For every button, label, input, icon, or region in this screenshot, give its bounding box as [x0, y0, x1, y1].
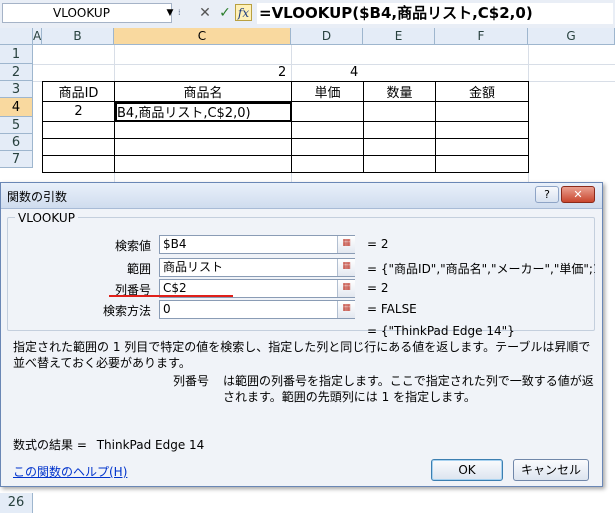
row-header-26[interactable]: 26	[0, 493, 33, 513]
dialog-title-bar[interactable]: 関数の引数 ? ✕	[1, 183, 602, 209]
function-arguments-dialog: 関数の引数 ? ✕ VLOOKUP 検索値 $B4 ▦ = 2 範囲 商品リスト…	[0, 182, 603, 487]
help-icon[interactable]: ?	[535, 186, 559, 203]
column-header-e[interactable]: E	[363, 28, 435, 45]
table-cell[interactable]	[42, 138, 115, 156]
formula-result-label: 数式の結果 =	[13, 438, 87, 452]
table-header-cell[interactable]: 商品ID	[42, 81, 115, 102]
column-header-c[interactable]: C	[114, 28, 291, 45]
insert-function-button[interactable]: fx	[235, 4, 252, 21]
formula-input[interactable]: =VLOOKUP($B4,商品リスト,C$2,0)	[257, 3, 613, 24]
ok-button[interactable]: OK	[431, 459, 503, 481]
arg-help-text: は範囲の列番号を指定します。ここで指定された列で一致する値が返されます。範囲の先…	[223, 374, 594, 404]
table-header-cell[interactable]: 商品名	[114, 81, 292, 102]
overall-result: = {"ThinkPad Edge 14"}	[367, 324, 515, 338]
table-cell[interactable]	[291, 121, 364, 139]
cell-d2[interactable]: 4	[350, 64, 358, 82]
row-header-3[interactable]: 3	[0, 81, 33, 98]
group-label: VLOOKUP	[15, 211, 78, 225]
table-cell[interactable]	[291, 101, 364, 122]
table-header-cell[interactable]: 数量	[363, 81, 436, 102]
table-cell[interactable]	[435, 101, 529, 122]
collapse-dialog-icon[interactable]: ▦	[337, 301, 355, 318]
table-cell[interactable]	[363, 155, 436, 173]
enter-formula-button[interactable]: ✓	[216, 3, 234, 23]
collapse-dialog-icon[interactable]: ▦	[337, 236, 355, 253]
row-header-2[interactable]: 2	[0, 64, 33, 81]
close-icon[interactable]: ✕	[561, 186, 595, 203]
table-header-row: 商品ID 商品名 単価 数量 金額	[42, 81, 529, 102]
row-header-6[interactable]: 6	[0, 134, 33, 151]
arg-label-table-array: 範囲	[126, 262, 151, 276]
arg-label-range-lookup: 検索方法	[102, 304, 151, 318]
formula-result-value: ThinkPad Edge 14	[96, 438, 205, 452]
arg-help-name: 列番号	[173, 374, 210, 388]
table-header-cell[interactable]: 単価	[291, 81, 364, 102]
table-cell[interactable]	[435, 121, 529, 139]
arg-result-table-array: = {"商品ID","商品名","メーカー","単価";1,	[367, 262, 595, 276]
lookup-value-input[interactable]: $B4	[159, 235, 355, 254]
table-row	[42, 121, 529, 139]
table-cell[interactable]	[363, 121, 436, 139]
table-row	[42, 155, 529, 173]
table-cell[interactable]	[114, 155, 292, 173]
function-help-link[interactable]: この関数のヘルプ(H)	[13, 463, 127, 480]
column-header-d[interactable]: D	[291, 28, 363, 45]
table-cell[interactable]	[114, 121, 292, 139]
table-cell[interactable]	[435, 155, 529, 173]
formula-bar: VLOOKUP ▼ ⁞ ✕ ✓ fx =VLOOKUP($B4,商品リスト,C$…	[0, 0, 615, 29]
table-cell[interactable]	[42, 121, 115, 139]
function-description: 指定された範囲の 1 列目で特定の値を検索し、指定した列と同じ行にある値を返しま…	[13, 340, 591, 370]
table-array-input[interactable]: 商品リスト	[159, 258, 355, 277]
name-box[interactable]: VLOOKUP	[2, 3, 172, 23]
select-all-corner[interactable]	[0, 28, 33, 45]
table-cell[interactable]	[363, 138, 436, 156]
column-header-b[interactable]: B	[42, 28, 114, 45]
table-cell[interactable]	[435, 138, 529, 156]
cell-b4[interactable]: 2	[42, 101, 115, 122]
cancel-formula-button[interactable]: ✕	[196, 3, 214, 23]
row-header-1[interactable]: 1	[0, 45, 33, 64]
arg-result-range-lookup: = FALSE	[367, 302, 417, 316]
cell-c2[interactable]: 2	[278, 64, 286, 82]
arg-label-lookup-value: 検索値	[114, 239, 151, 253]
table-header-cell[interactable]: 金額	[435, 81, 529, 102]
formula-result: 数式の結果 = ThinkPad Edge 14	[13, 436, 204, 453]
cell-c4-editing[interactable]: B4,商品リスト,C$2,0)	[114, 101, 292, 122]
collapse-dialog-icon[interactable]: ▦	[337, 280, 355, 297]
product-table: 商品ID 商品名 単価 数量 金額 2 B4,商品リスト,C$2,0)	[42, 81, 529, 173]
table-cell[interactable]	[363, 101, 436, 122]
table-row: 2 B4,商品リスト,C$2,0)	[42, 101, 529, 122]
collapse-dialog-icon[interactable]: ▦	[337, 259, 355, 276]
column-header-f[interactable]: F	[435, 28, 528, 45]
row-header-7[interactable]: 7	[0, 151, 33, 168]
arg-result-col-index: = 2	[367, 281, 389, 295]
table-row	[42, 138, 529, 156]
dialog-title: 関数の引数	[7, 190, 68, 204]
formula-bar-handle-icon[interactable]: ⁞	[178, 3, 194, 23]
chevron-down-icon[interactable]: ▼	[164, 3, 176, 23]
table-cell[interactable]	[291, 138, 364, 156]
range-lookup-input[interactable]: 0	[159, 300, 355, 319]
row-header-4[interactable]: 4	[0, 98, 33, 117]
arg-result-lookup-value: = 2	[367, 237, 389, 251]
table-cell[interactable]	[42, 155, 115, 173]
row-header-5[interactable]: 5	[0, 117, 33, 134]
table-cell[interactable]	[291, 155, 364, 173]
column-header-a[interactable]: A	[33, 28, 42, 45]
table-cell[interactable]	[114, 138, 292, 156]
highlight-underline	[109, 295, 233, 297]
column-header-g[interactable]: G	[528, 28, 615, 45]
cancel-button[interactable]: キャンセル	[513, 459, 589, 481]
